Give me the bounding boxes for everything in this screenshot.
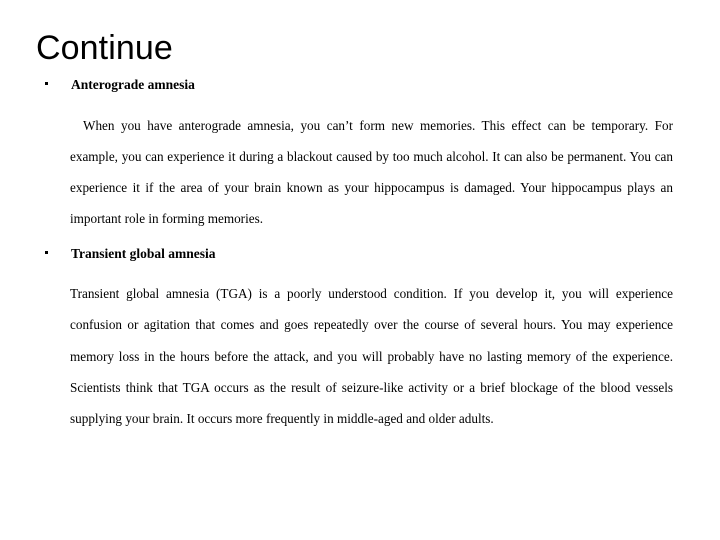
page-title: Continue xyxy=(36,29,173,67)
slide-canvas: Continue Anterograde amnesia When you ha… xyxy=(0,0,720,540)
list-item[interactable]: Transient global amnesia xyxy=(0,245,720,265)
slide-body: Anterograde amnesia When you have antero… xyxy=(0,76,720,434)
sidebar-item-label: Transient global amnesia xyxy=(71,246,216,262)
bullet-dot-icon xyxy=(45,251,48,255)
bullet-dot-icon xyxy=(45,82,48,85)
body-paragraph: Transient global amnesia (TGA) is a poor… xyxy=(70,286,673,426)
body-paragraph: When you have anterograde amnesia, you c… xyxy=(70,118,673,227)
list-item[interactable]: Anterograde amnesia xyxy=(0,76,720,96)
sidebar-item-label: Anterograde amnesia xyxy=(71,77,195,92)
